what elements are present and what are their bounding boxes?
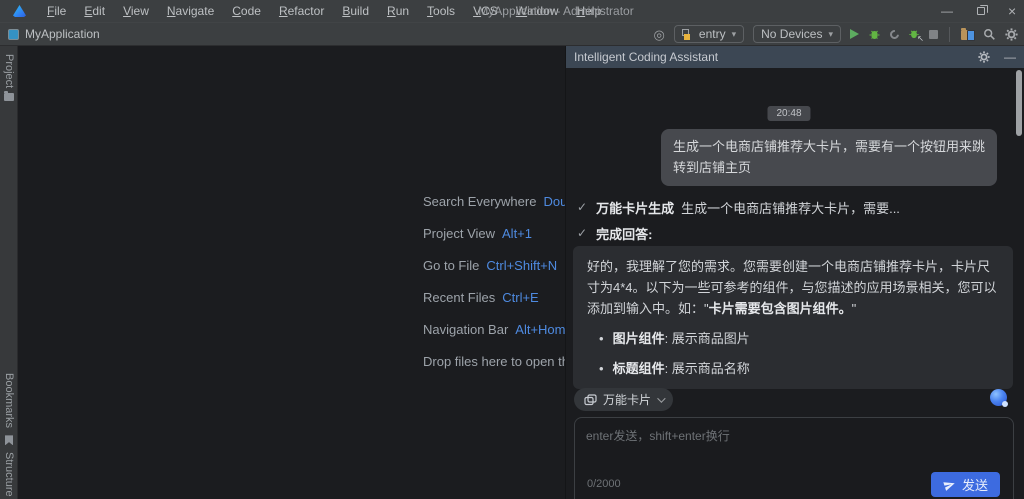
list-item: • 标题组件: 展示商品名称 (587, 358, 999, 379)
char-counter: 0/2000 (587, 478, 621, 490)
panel-title: Intelligent Coding Assistant (574, 50, 964, 64)
user-message-bubble: 生成一个电商店铺推荐大卡片，需要有一个按钮用来跳转到店铺主页 (661, 129, 997, 186)
skill-selector-dropdown[interactable]: 万能卡片 (574, 388, 673, 411)
menu-navigate[interactable]: Navigate (158, 0, 223, 22)
search-icon[interactable] (983, 28, 996, 41)
debug-icon[interactable] (868, 28, 881, 41)
bullet-icon: • (599, 328, 604, 349)
bookmark-icon (5, 435, 13, 445)
device-label: No Devices (761, 27, 822, 41)
card-icon (584, 394, 597, 406)
ai-sphere-icon[interactable] (990, 389, 1007, 406)
window-restore-icon[interactable] (977, 7, 985, 15)
target-icon[interactable]: ◎ (654, 28, 665, 41)
send-button[interactable]: 发送 (931, 472, 1000, 497)
check-icon: ✓ (577, 200, 587, 214)
window-close-icon[interactable]: × (1000, 3, 1024, 19)
panel-settings-gear-icon[interactable] (978, 51, 990, 63)
list-item: • 图片组件: 展示商品图片 (587, 328, 999, 349)
settings-gear-icon[interactable] (1005, 28, 1018, 41)
title-bar: File Edit View Navigate Code Refactor Bu… (0, 0, 1024, 22)
menu-file[interactable]: File (38, 0, 75, 22)
run-icon[interactable] (850, 29, 859, 39)
toolbar-actions: ◎ entry ▾ No Devices ▾ ↖ (654, 23, 1018, 45)
stop-icon[interactable] (929, 30, 938, 39)
toolbar-separator (949, 27, 950, 42)
assistant-panel: Intelligent Coding Assistant — 20:48 生成一… (565, 46, 1024, 499)
chat-timestamp: 20:48 (767, 106, 810, 121)
menu-tools[interactable]: Tools (418, 0, 464, 22)
run-config-label: entry (699, 27, 726, 41)
sidebar-item-bookmarks[interactable]: Bookmarks (3, 373, 15, 428)
chevron-down-icon (657, 394, 665, 402)
module-icon (682, 29, 693, 40)
window-minimize-icon[interactable]: — (932, 4, 962, 18)
assistant-panel-header: Intelligent Coding Assistant — (566, 46, 1024, 68)
menu-build[interactable]: Build (333, 0, 378, 22)
skill-label: 万能卡片 (603, 391, 651, 408)
menu-run[interactable]: Run (378, 0, 418, 22)
bullet-icon: • (599, 358, 604, 379)
window-title: MyApplication - Administrator (478, 4, 633, 18)
chevron-down-icon: ▾ (828, 29, 833, 40)
menu-view[interactable]: View (114, 0, 158, 22)
assistant-response-card: 好的，我理解了您的需求。您需要创建一个电商店铺推荐卡片，卡片尺寸为4*4。以下为… (573, 246, 1013, 389)
project-selector[interactable]: MyApplication (8, 27, 100, 41)
message-input[interactable] (575, 418, 1013, 460)
chevron-down-icon: ▾ (732, 29, 737, 40)
sidebar-item-structure[interactable]: Structure (3, 452, 15, 497)
left-tool-stripe: Project Bookmarks Structure (0, 46, 18, 499)
menu-code[interactable]: Code (223, 0, 270, 22)
attach-profiler-icon[interactable] (888, 28, 901, 41)
message-composer: 0/2000 发送 (574, 417, 1014, 499)
send-label: 发送 (962, 475, 988, 494)
attach-debugger-icon[interactable]: ↖ (908, 28, 920, 40)
response-text: 好的，我理解了您的需求。您需要创建一个电商店铺推荐卡片，卡片尺寸为4*4。以下为… (587, 259, 997, 316)
menu-refactor[interactable]: Refactor (270, 0, 333, 22)
panel-minimize-icon[interactable]: — (1004, 50, 1016, 64)
sidebar-item-project[interactable]: Project (3, 54, 15, 88)
project-icon (8, 29, 19, 40)
deveco-logo-icon (13, 5, 26, 17)
window-controls: — × (932, 0, 1024, 22)
paper-plane-icon (943, 479, 956, 491)
check-icon: ✓ (577, 226, 587, 240)
component-list: • 图片组件: 展示商品图片 • 标题组件: 展示商品名称 (587, 328, 999, 379)
assistant-step: ✓ 完成回答: (577, 222, 1004, 244)
run-config-dropdown[interactable]: entry ▾ (674, 25, 744, 43)
project-name: MyApplication (25, 27, 100, 41)
arrow-icon: ↖ (917, 34, 924, 43)
panel-scrollbar[interactable] (1016, 70, 1022, 136)
menu-edit[interactable]: Edit (75, 0, 114, 22)
device-manager-icon[interactable] (961, 30, 974, 40)
assistant-step: ✓ 万能卡片生成 生成一个电商店铺推荐大卡片，需要... (577, 196, 1004, 218)
device-dropdown[interactable]: No Devices ▾ (753, 25, 841, 43)
main-toolbar: MyApplication ◎ entry ▾ No Devices ▾ ↖ (0, 22, 1024, 46)
project-folder-icon (4, 93, 14, 101)
